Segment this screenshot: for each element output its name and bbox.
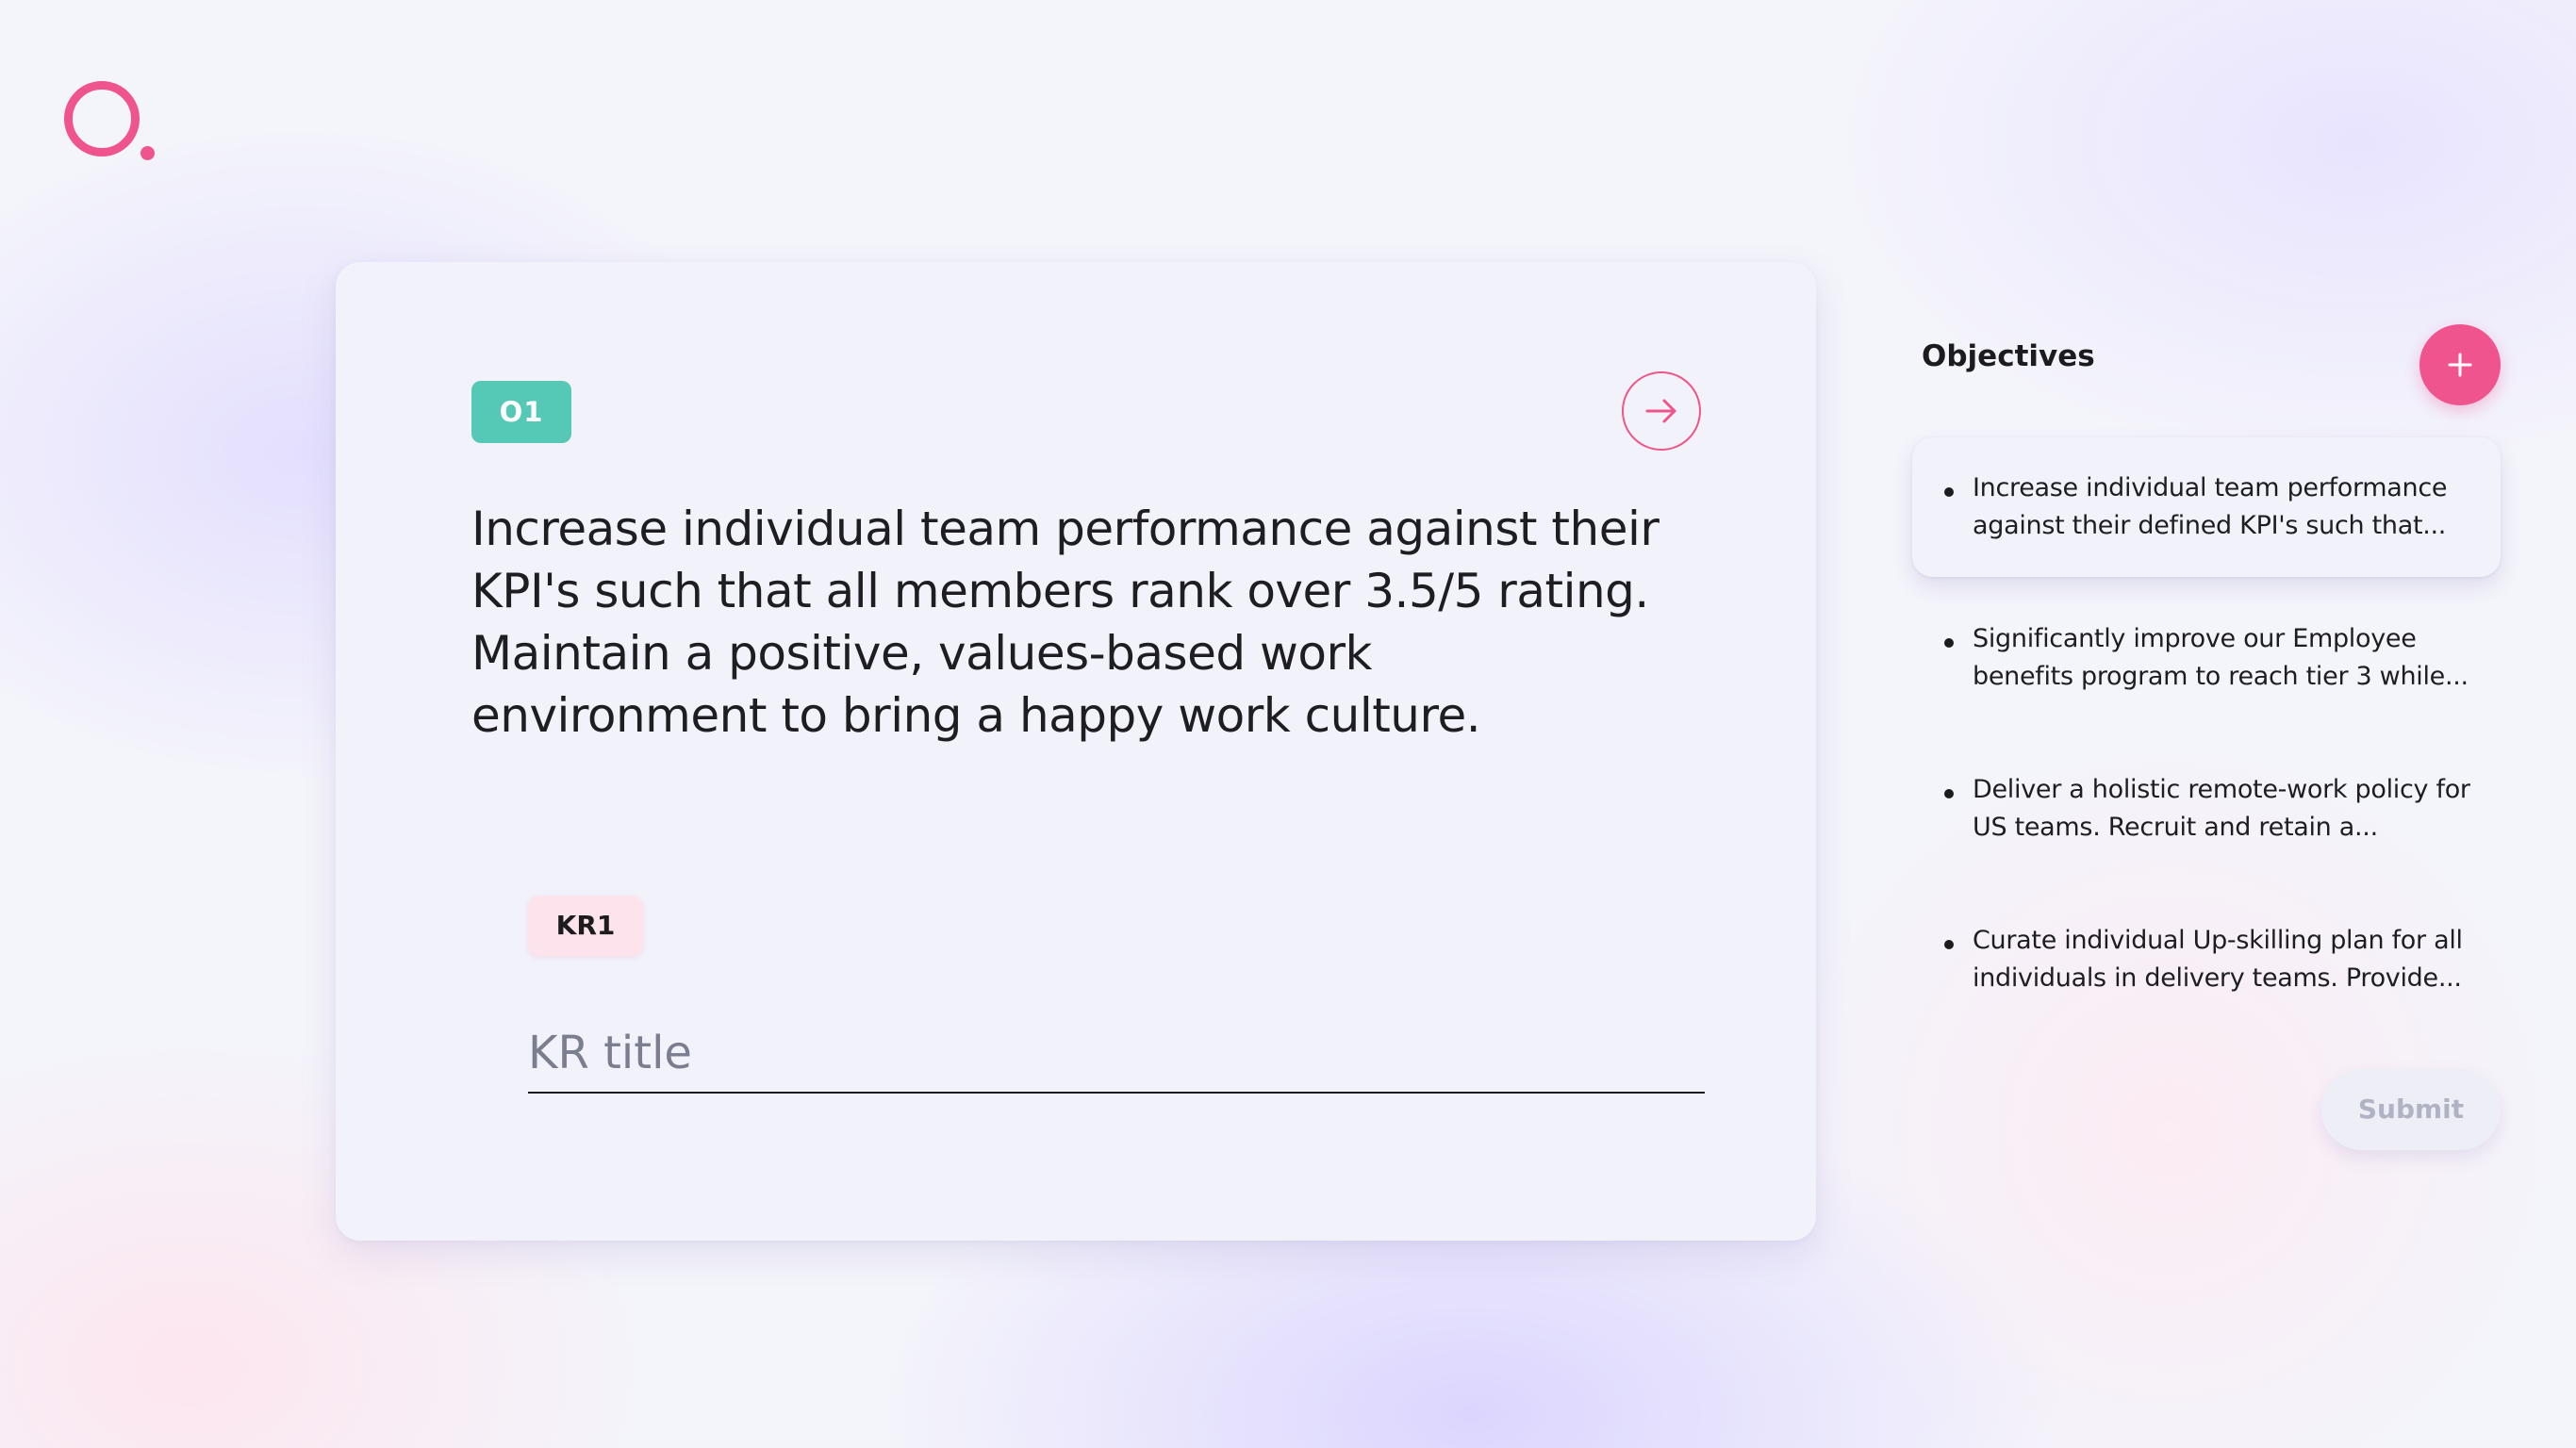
plus-icon: [2448, 353, 2472, 377]
next-button[interactable]: [1622, 371, 1701, 451]
bullet-icon: [1944, 789, 1954, 798]
objective-item-label: Significantly improve our Employee benef…: [1973, 624, 2469, 691]
objective-list-item[interactable]: Increase individual team performance aga…: [1912, 437, 2501, 577]
submit-button[interactable]: Submit: [2321, 1069, 2501, 1150]
objective-list-item[interactable]: Significantly improve our Employee benef…: [1912, 588, 2501, 728]
objective-list-item[interactable]: Deliver a holistic remote-work policy fo…: [1912, 739, 2501, 879]
objective-list-item[interactable]: Curate individual Up-skilling plan for a…: [1912, 890, 2501, 1029]
objective-item-label: Curate individual Up-skilling plan for a…: [1973, 926, 2463, 993]
brand-logo-icon: [64, 81, 158, 166]
logo-dot: [140, 146, 155, 160]
kr-badge: KR1: [528, 896, 643, 956]
objectives-panel-title: Objectives: [1922, 339, 2095, 373]
logo-ring: [64, 81, 140, 156]
objective-card: O1 Increase individual team performance …: [336, 262, 1816, 1241]
objective-item-label: Deliver a holistic remote-work policy fo…: [1973, 775, 2470, 842]
add-objective-button[interactable]: [2419, 324, 2501, 405]
arrow-right-icon: [1645, 399, 1676, 423]
bullet-icon: [1944, 940, 1954, 949]
objective-item-label: Increase individual team performance aga…: [1973, 473, 2448, 540]
objectives-list: Increase individual team performance aga…: [1912, 437, 2501, 1041]
objective-badge: O1: [471, 381, 571, 443]
bullet-icon: [1944, 487, 1954, 497]
bullet-icon: [1944, 638, 1954, 648]
objective-text: Increase individual team performance aga…: [471, 502, 1660, 743]
kr-title-input[interactable]: [528, 1014, 1705, 1094]
